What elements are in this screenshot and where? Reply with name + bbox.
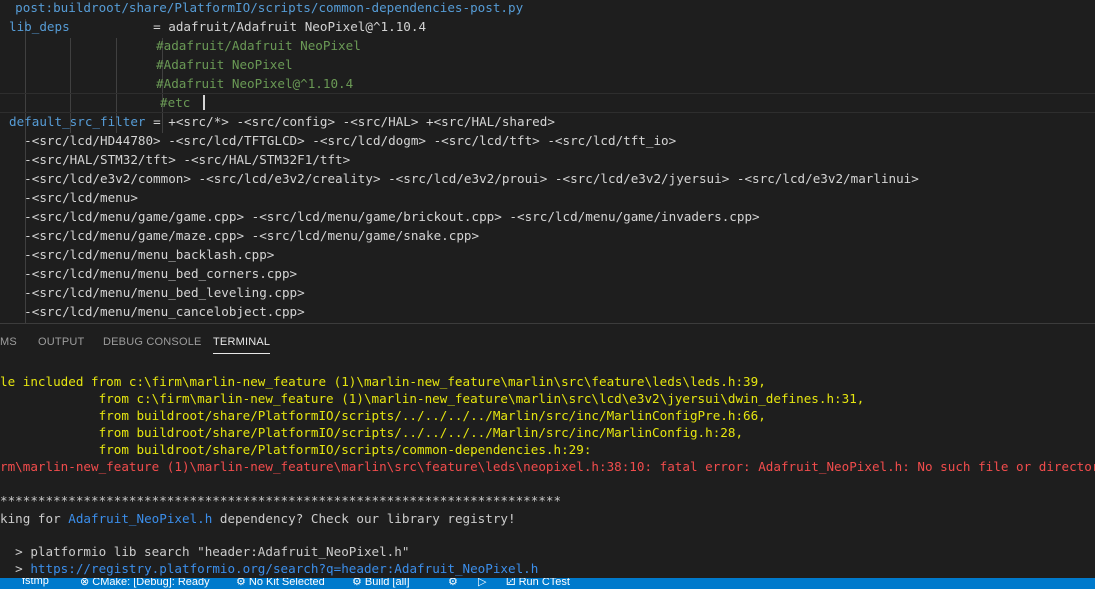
terminal-text: dependency? Check our library registry! [212,511,516,526]
code-text: = +<src/*> -<src/config> -<src/HAL> +<sr… [145,114,555,129]
code-key: lib_deps [9,19,70,34]
status-bar: fstmp ⊗ CMake: [Debug]: Ready ⚙ No Kit S… [0,578,1095,589]
tab-problems[interactable]: MS [0,336,17,348]
code-comment: #etc [16,95,191,110]
terminal-error-line: rm\marlin-new_feature (1)\marlin-new_fea… [0,458,1095,475]
terminal-text: from buildroot/share/PlatformIO/scripts/… [0,442,592,457]
code-text: -<src/lcd/menu> [9,190,138,205]
terminal-line: from buildroot/share/PlatformIO/scripts/… [0,424,743,441]
terminal-line: king for Adafruit_NeoPixel.h dependency?… [0,510,516,527]
play-icon[interactable]: ▷ [478,578,486,588]
terminal-text: > [0,561,31,576]
status-item-build[interactable]: ⚙ Build [all] [352,578,410,588]
code-line[interactable]: -<src/lcd/menu/menu_cancelobject.cpp> [9,302,305,321]
terminal-text: king for [0,511,69,526]
code-line[interactable]: -<src/lcd/menu/menu_backlash.cpp> [9,245,274,264]
code-text: -<src/lcd/menu/menu_backlash.cpp> [9,247,275,262]
terminal-text: > platformio lib search "header:Adafruit… [0,544,410,559]
terminal-line: from buildroot/share/PlatformIO/scripts/… [0,441,592,458]
code-comment: #adafruit/Adafruit NeoPixel [12,38,361,53]
terminal-text: rm\marlin-new_feature (1)\marlin-new_fea… [0,459,1095,474]
code-text: -<src/lcd/menu/menu_bed_corners.cpp> [9,266,298,281]
code-text: -<src/lcd/menu/game/maze.cpp> -<src/lcd/… [9,228,480,243]
code-line[interactable]: #adafruit/Adafruit NeoPixel [12,36,361,55]
terminal-link[interactable]: Adafruit_NeoPixel.h [68,511,212,526]
code-line[interactable]: #Adafruit NeoPixel@^1.10.4 [12,74,353,93]
code-text: -<src/lcd/e3v2/common> -<src/lcd/e3v2/cr… [9,171,919,186]
code-line[interactable]: -<src/lcd/menu/menu_bed_corners.cpp> [9,264,297,283]
code-line[interactable]: default_src_filter = +<src/*> -<src/conf… [9,112,555,131]
code-line[interactable]: #Adafruit NeoPixel [12,55,293,74]
code-line[interactable]: -<src/lcd/HD44780> -<src/lcd/TFTGLCD> -<… [9,131,676,150]
code-text: -<src/lcd/menu/game/game.cpp> -<src/lcd/… [9,209,760,224]
code-editor[interactable]: post:buildroot/share/PlatformIO/scripts/… [0,0,1095,323]
terminal-text: le included from c:\firm\marlin-new_feat… [0,374,766,389]
terminal-link[interactable]: https://registry.platformio.org/search?q… [30,561,538,576]
code-text: = adafruit/Adafruit NeoPixel@^1.10.4 [69,19,427,34]
terminal-line: > platformio lib search "header:Adafruit… [0,543,409,560]
terminal-text: from buildroot/share/PlatformIO/scripts/… [0,408,766,423]
code-line[interactable]: -<src/lcd/menu> [9,188,138,207]
status-item-cmake[interactable]: ⊗ CMake: [Debug]: Ready [80,578,210,588]
terminal-line: le included from c:\firm\marlin-new_feat… [0,373,766,390]
terminal-line: from buildroot/share/PlatformIO/scripts/… [0,407,766,424]
tab-output[interactable]: OUTPUT [38,336,84,348]
status-item-ctest[interactable]: ⚂ Run CTest [506,578,570,588]
gear-icon[interactable]: ⚙ [448,578,458,588]
text-cursor [203,95,205,110]
code-line[interactable]: -<src/lcd/e3v2/common> -<src/lcd/e3v2/cr… [9,169,919,188]
code-comment: #Adafruit NeoPixel@^1.10.4 [12,76,354,91]
terminal-text: from c:\firm\marlin-new_feature (1)\marl… [0,391,865,406]
code-text: -<src/HAL/STM32/tft> -<src/HAL/STM32F1/t… [9,152,351,167]
terminal-line: from c:\firm\marlin-new_feature (1)\marl… [0,390,865,407]
tab-debug-console[interactable]: DEBUG CONSOLE [103,336,202,348]
code-key: post:buildroot/share/PlatformIO/scripts/… [0,0,524,15]
terminal-text: ****************************************… [0,493,562,508]
terminal-line: > https://registry.platformio.org/search… [0,560,538,577]
code-text: -<src/lcd/menu/menu_bed_leveling.cpp> [9,285,305,300]
code-line[interactable]: -<src/lcd/menu/menu_bed_leveling.cpp> [9,283,305,302]
bottom-panel: MS OUTPUT DEBUG CONSOLE TERMINAL le incl… [0,323,1095,579]
code-line[interactable]: -<src/HAL/STM32/tft> -<src/HAL/STM32F1/t… [9,150,350,169]
terminal-separator-line: ****************************************… [0,492,561,509]
code-text: -<src/lcd/menu/menu_cancelobject.cpp> [9,304,305,319]
status-item-branch[interactable]: fstmp [22,578,49,587]
code-line[interactable]: #etc [16,93,190,112]
code-line[interactable]: post:buildroot/share/PlatformIO/scripts/… [0,0,523,17]
code-line[interactable]: -<src/lcd/menu/game/game.cpp> -<src/lcd/… [9,207,760,226]
code-comment: #Adafruit NeoPixel [12,57,293,72]
terminal-text: from buildroot/share/PlatformIO/scripts/… [0,425,744,440]
status-item-kit[interactable]: ⚙ No Kit Selected [236,578,325,588]
tab-terminal[interactable]: TERMINAL [213,336,271,354]
code-line[interactable]: lib_deps = adafruit/Adafruit NeoPixel@^1… [9,17,426,36]
code-text: -<src/lcd/HD44780> -<src/lcd/TFTGLCD> -<… [9,133,677,148]
code-line[interactable]: -<src/lcd/menu/game/maze.cpp> -<src/lcd/… [9,226,479,245]
code-key: default_src_filter [9,114,146,129]
